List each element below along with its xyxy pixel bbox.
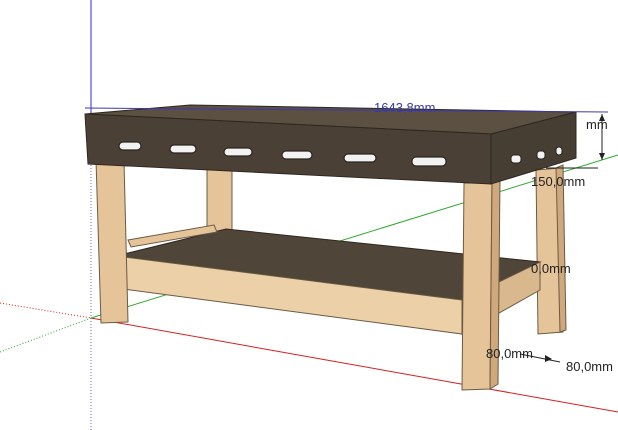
front-left-leg[interactable] bbox=[95, 159, 129, 324]
slot bbox=[343, 153, 377, 163]
slot bbox=[411, 156, 447, 167]
modeling-viewport[interactable]: 1643,8mm mm 150,0mm 0,0mm 80,0mm 80,0mm bbox=[0, 0, 618, 430]
scene-canvas[interactable]: 1643,8mm mm 150,0mm 0,0mm 80,0mm 80,0mm bbox=[0, 0, 618, 430]
leg-depth-dim-label[interactable]: 80,0mm bbox=[486, 346, 533, 361]
leg-width-dim-label[interactable]: 80,0mm bbox=[566, 359, 613, 374]
green-axis-dotted bbox=[0, 317, 92, 353]
slot bbox=[555, 146, 563, 156]
slot bbox=[118, 141, 142, 151]
slot bbox=[536, 150, 546, 160]
thickness-dim-label[interactable]: mm bbox=[586, 117, 608, 132]
leg-dim-arrow bbox=[545, 355, 552, 362]
slot bbox=[281, 150, 313, 160]
slot bbox=[223, 147, 253, 157]
height-dim-label[interactable]: 150,0mm bbox=[531, 174, 585, 189]
back-left-leg[interactable] bbox=[206, 167, 233, 233]
length-dim-label[interactable]: 1643,8mm bbox=[374, 100, 435, 115]
red-axis-dotted bbox=[0, 302, 92, 319]
shelf-dim-label[interactable]: 0,0mm bbox=[531, 261, 571, 276]
slot bbox=[510, 154, 522, 164]
slot bbox=[169, 144, 197, 154]
